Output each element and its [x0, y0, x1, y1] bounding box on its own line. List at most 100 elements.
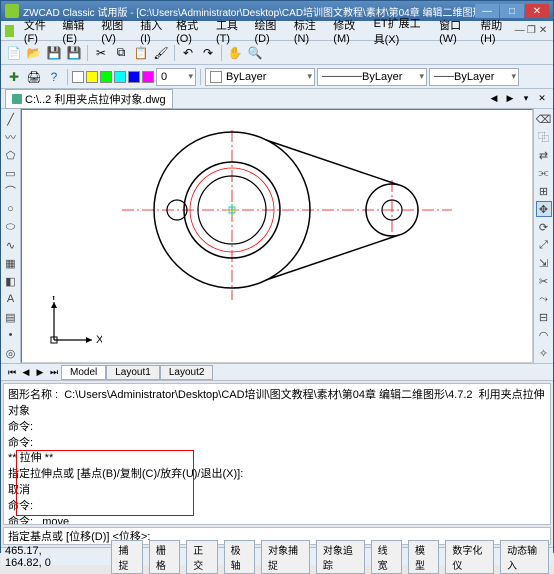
mirror-tool[interactable]: ⇄	[536, 147, 552, 163]
menu-view[interactable]: 视图(V)	[95, 15, 134, 47]
lweight-toggle[interactable]: 线宽	[371, 540, 402, 574]
polygon-tool[interactable]: ⬠	[3, 147, 19, 163]
mdi-minimize-button[interactable]: —	[514, 24, 526, 38]
tab-close-button[interactable]: ✕	[535, 92, 549, 106]
extend-tool[interactable]: ⤳	[536, 291, 552, 307]
ellipse-tool[interactable]: ⬭	[3, 219, 19, 235]
print-button[interactable]: 🖨	[25, 68, 43, 86]
stretch-tool[interactable]: ⇲	[536, 255, 552, 271]
ortho-toggle[interactable]: 正交	[186, 540, 217, 574]
drawing-canvas[interactable]: X Y	[21, 109, 533, 363]
menu-modify[interactable]: 修改(M)	[327, 15, 367, 47]
cmd-line-5: 取消	[8, 484, 30, 496]
modify-toolbar: ⌫ ⿻ ⇄ ⫘ ⊞ ✥ ⟳ ⤢ ⇲ ✂ ⤳ ⊟ ◠ ✧	[533, 109, 553, 363]
help-button[interactable]: ?	[45, 68, 63, 86]
menu-window[interactable]: 窗口(W)	[433, 15, 474, 47]
polar-toggle[interactable]: 极轴	[224, 540, 255, 574]
explode-tool[interactable]: ✧	[536, 345, 552, 361]
redo-button[interactable]: ↷	[199, 44, 217, 62]
text-tool[interactable]: A	[3, 291, 19, 307]
grid-toggle[interactable]: 栅格	[149, 540, 180, 574]
menu-help[interactable]: 帮助(H)	[474, 15, 513, 47]
layer-combo[interactable]: 0	[156, 68, 196, 86]
tab-model[interactable]: Model	[61, 365, 106, 380]
dyninput-toggle[interactable]: 动态输入	[500, 540, 549, 574]
lineweight-combo[interactable]: —— ByLayer	[429, 68, 519, 86]
color-magenta[interactable]	[142, 71, 154, 83]
menu-edit[interactable]: 编辑(E)	[56, 15, 95, 47]
mdi-restore-button[interactable]: ❐	[525, 24, 537, 38]
save-button[interactable]: 💾	[45, 44, 63, 62]
menu-format[interactable]: 格式(O)	[170, 15, 210, 47]
close-button[interactable]: ✕	[525, 4, 549, 18]
spline-tool[interactable]: ∿	[3, 237, 19, 253]
tab-next-button[interactable]: ▶	[503, 92, 517, 106]
menu-tools[interactable]: 工具(T)	[210, 15, 249, 47]
pline-tool[interactable]: 〰	[3, 129, 19, 145]
linetype-combo[interactable]: ———— ByLayer	[317, 68, 427, 86]
table-tool[interactable]: ▤	[3, 309, 19, 325]
scale-tool[interactable]: ⤢	[536, 237, 552, 253]
region-tool[interactable]: ◧	[3, 273, 19, 289]
break-tool[interactable]: ⊟	[536, 309, 552, 325]
saveas-button[interactable]: 💾	[65, 44, 83, 62]
line-tool[interactable]: ╱	[3, 111, 19, 127]
paste-button[interactable]: 📋	[132, 44, 150, 62]
tab-list-button[interactable]: ▾	[519, 92, 533, 106]
tablet-toggle[interactable]: 数字化仪	[445, 540, 494, 574]
array-tool[interactable]: ⊞	[536, 183, 552, 199]
color-blue[interactable]	[128, 71, 140, 83]
rotate-tool[interactable]: ⟳	[536, 219, 552, 235]
tab-first-button[interactable]: ⏮	[5, 365, 19, 379]
layout-tabs: ⏮ ◀ ▶ ⏭ Model Layout1 Layout2	[1, 363, 553, 381]
tab-layout2[interactable]: Layout2	[160, 365, 214, 380]
trim-tool[interactable]: ✂	[536, 273, 552, 289]
tab-prev-button[interactable]: ◀	[487, 92, 501, 106]
menu-file[interactable]: 文件(F)	[18, 15, 57, 47]
menu-insert[interactable]: 插入(I)	[134, 15, 170, 47]
menu-et[interactable]: ET扩展工具(X)	[368, 13, 433, 49]
pan-button[interactable]: ✋	[226, 44, 244, 62]
color-white[interactable]	[72, 71, 84, 83]
circle-tool[interactable]: ○	[3, 201, 19, 217]
mdi-close-button[interactable]: ✕	[537, 24, 549, 38]
osnap-toggle[interactable]: 对象捕捉	[261, 540, 310, 574]
open-button[interactable]: 📂	[25, 44, 43, 62]
cut-button[interactable]: ✂	[92, 44, 110, 62]
color-cyan[interactable]	[114, 71, 126, 83]
tab-last-button[interactable]: ⏭	[47, 365, 61, 379]
svg-text:Y: Y	[50, 296, 58, 303]
copy-tool[interactable]: ⿻	[536, 129, 552, 145]
tab-nextl-button[interactable]: ▶	[33, 365, 47, 379]
arc-tool[interactable]: ⌒	[3, 183, 19, 199]
tab-prevl-button[interactable]: ◀	[19, 365, 33, 379]
ucs-icon: X Y	[48, 296, 102, 350]
menu-dim[interactable]: 标注(N)	[288, 15, 327, 47]
rect-tool[interactable]: ▭	[3, 165, 19, 181]
color-combo[interactable]: ByLayer	[205, 68, 315, 86]
otrack-toggle[interactable]: 对象追踪	[316, 540, 365, 574]
menu-draw[interactable]: 绘图(D)	[248, 15, 287, 47]
tab-layout1[interactable]: Layout1	[106, 365, 160, 380]
copy-button[interactable]: ⧉	[112, 44, 130, 62]
coordinate-readout: 465.17, 164.82, 0	[5, 545, 79, 569]
model-toggle[interactable]: 模型	[408, 540, 439, 574]
move-tool[interactable]: ✥	[536, 201, 552, 217]
undo-button[interactable]: ↶	[179, 44, 197, 62]
offset-tool[interactable]: ⫘	[536, 165, 552, 181]
command-history[interactable]: 图形名称 : C:\Users\Administrator\Desktop\CA…	[3, 383, 551, 525]
file-tab[interactable]: C:\..2 利用夹点拉伸对象.dwg	[5, 89, 173, 109]
point-tool[interactable]: •	[3, 327, 19, 343]
zwplus-icon[interactable]: ✚	[5, 68, 23, 86]
new-button[interactable]: 📄	[5, 44, 23, 62]
color-green[interactable]	[100, 71, 112, 83]
fillet-tool[interactable]: ◠	[536, 327, 552, 343]
erase-tool[interactable]: ⌫	[536, 111, 552, 127]
snap-toggle[interactable]: 捕捉	[111, 540, 142, 574]
zoom-button[interactable]: 🔍	[246, 44, 264, 62]
match-button[interactable]: 🖌	[152, 44, 170, 62]
color-yellow[interactable]	[86, 71, 98, 83]
donut-tool[interactable]: ◎	[3, 345, 19, 361]
cmd-line-0: 图形名称 : C:\Users\Administrator\Desktop\CA…	[8, 389, 545, 417]
hatch-tool[interactable]: ▦	[3, 255, 19, 271]
